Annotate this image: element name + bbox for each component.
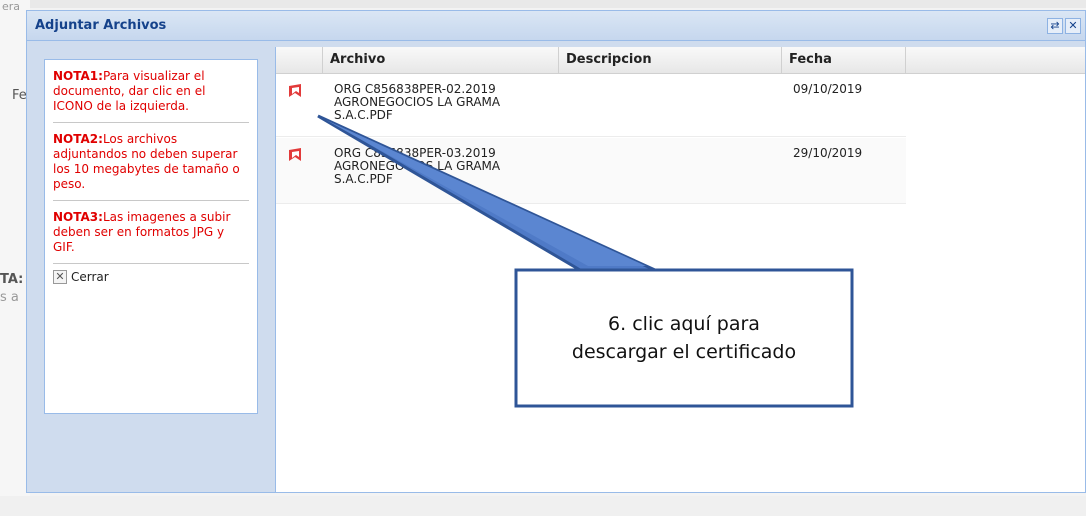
- cell-fecha: 09/10/2019: [793, 82, 863, 96]
- grid-header: Archivo Descripcion Fecha: [276, 47, 1085, 74]
- pdf-file-icon[interactable]: [288, 84, 302, 98]
- close-x-icon: ✕: [53, 270, 67, 284]
- callout-line-2: descargar el certificado: [571, 341, 797, 363]
- note-label: NOTA2:: [53, 132, 103, 146]
- callout-text: 6. clic aquí para descargar el certifica…: [516, 270, 852, 406]
- column-header-archivo[interactable]: Archivo: [323, 47, 559, 73]
- background-text-fragment: era: [2, 0, 21, 13]
- cell-fecha: 29/10/2019: [793, 146, 863, 160]
- cell-archivo: ORG C856838PER-02.2019 AGRONEGOCIOS LA G…: [334, 82, 501, 122]
- notes-panel: NOTA1:Para visualizar el documento, dar …: [44, 59, 258, 414]
- close-button[interactable]: ✕ Cerrar: [53, 270, 249, 284]
- note-3: NOTA3:Las imagenes a subir deben ser en …: [53, 207, 249, 264]
- close-button-label: Cerrar: [71, 270, 109, 284]
- pdf-file-icon[interactable]: [288, 148, 302, 162]
- table-row[interactable]: ORG C856838PER-03.2019 AGRONEGOCIOS LA G…: [276, 138, 906, 204]
- background-text-fragment: s a: [0, 290, 19, 305]
- background-bottom-strip: [0, 496, 1086, 516]
- note-label: NOTA1:: [53, 69, 103, 83]
- refresh-icon[interactable]: ⇄: [1047, 18, 1063, 34]
- background-text-fragment: TA:: [0, 272, 24, 287]
- attach-files-window: Adjuntar Archivos ⇄ ✕ NOTA1:Para visuali…: [26, 10, 1086, 493]
- window-titlebar[interactable]: Adjuntar Archivos ⇄ ✕: [27, 11, 1085, 41]
- column-header-fecha[interactable]: Fecha: [782, 47, 906, 73]
- column-header-descripcion[interactable]: Descripcion: [559, 47, 782, 73]
- window-title: Adjuntar Archivos: [35, 18, 167, 33]
- background-text-fragment: Fe: [12, 88, 27, 103]
- callout-line-1: 6. clic aquí para: [608, 313, 760, 335]
- note-1: NOTA1:Para visualizar el documento, dar …: [53, 66, 249, 123]
- table-row[interactable]: ORG C856838PER-02.2019 AGRONEGOCIOS LA G…: [276, 74, 906, 137]
- note-label: NOTA3:: [53, 210, 103, 224]
- column-header-icon: [276, 47, 323, 73]
- background-top-strip: [0, 0, 1086, 8]
- cell-archivo: ORG C856838PER-03.2019 AGRONEGOCIOS LA G…: [334, 146, 501, 186]
- close-icon[interactable]: ✕: [1065, 18, 1081, 34]
- note-2: NOTA2:Los archivos adjuntandos no deben …: [53, 129, 249, 201]
